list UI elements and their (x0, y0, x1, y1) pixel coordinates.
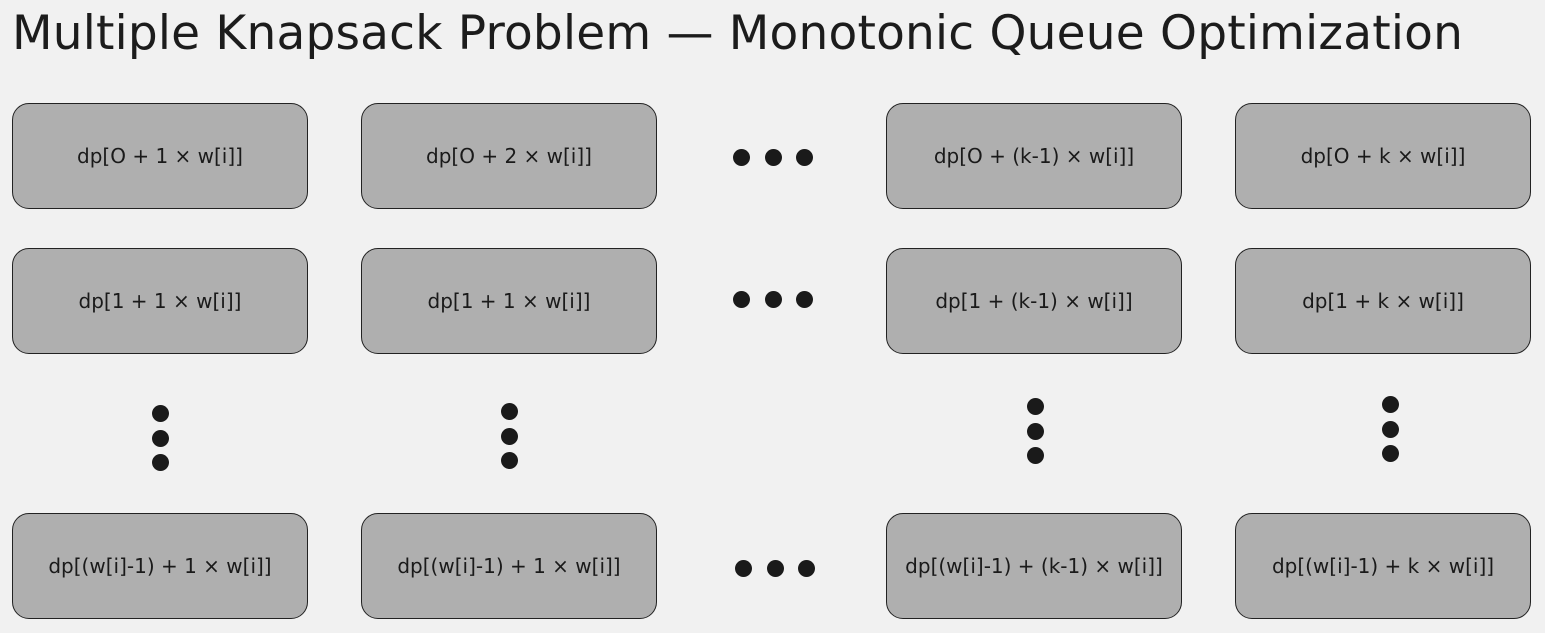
dot (764, 148, 782, 166)
dot (766, 559, 784, 577)
dot (764, 290, 782, 308)
cell-r2-c0: dp[(w[i]-1) + 1 × w[i]] (12, 513, 308, 619)
diagram-title: Multiple Knapsack Problem — Monotonic Qu… (12, 6, 1464, 61)
dot (733, 148, 750, 166)
cell-r0-c0: dp[O + 1 × w[i]] (12, 103, 308, 209)
dot (151, 454, 169, 471)
cell-r1-c0: dp[1 + 1 × w[i]] (12, 248, 308, 354)
cell-r2-c1: dp[(w[i]-1) + 1 × w[i]] (361, 513, 657, 619)
vertical-ellipsis-c2 (1025, 398, 1045, 464)
vertical-ellipsis-c3 (1380, 396, 1400, 462)
dot (796, 148, 813, 166)
dot (1026, 447, 1044, 464)
cell-r2-c2: dp[(w[i]-1) + (k-1) × w[i]] (886, 513, 1182, 619)
cell-r1-c3: dp[1 + k × w[i]] (1235, 248, 1531, 354)
horizontal-ellipsis-r2 (735, 558, 815, 578)
dot (500, 452, 518, 469)
dot (500, 427, 518, 445)
dot (735, 559, 752, 577)
cell-r0-c1: dp[O + 2 × w[i]] (361, 103, 657, 209)
dot (1381, 445, 1399, 462)
dot (151, 429, 169, 447)
cell-r1-c2: dp[1 + (k-1) × w[i]] (886, 248, 1182, 354)
dot (151, 405, 169, 422)
horizontal-ellipsis-r1 (733, 289, 813, 309)
dot (1381, 420, 1399, 438)
cell-r1-c1: dp[1 + 1 × w[i]] (361, 248, 657, 354)
horizontal-ellipsis-r0 (733, 147, 813, 167)
dot (1026, 398, 1044, 415)
dot (1026, 422, 1044, 440)
cell-r2-c3: dp[(w[i]-1) + k × w[i]] (1235, 513, 1531, 619)
cell-r0-c2: dp[O + (k-1) × w[i]] (886, 103, 1182, 209)
vertical-ellipsis-c1 (499, 403, 519, 469)
vertical-ellipsis-c0 (150, 405, 170, 471)
cell-r0-c3: dp[O + k × w[i]] (1235, 103, 1531, 209)
dot (500, 403, 518, 420)
dot (733, 290, 750, 308)
dot (1381, 396, 1399, 413)
dot (796, 290, 813, 308)
dot (798, 559, 815, 577)
